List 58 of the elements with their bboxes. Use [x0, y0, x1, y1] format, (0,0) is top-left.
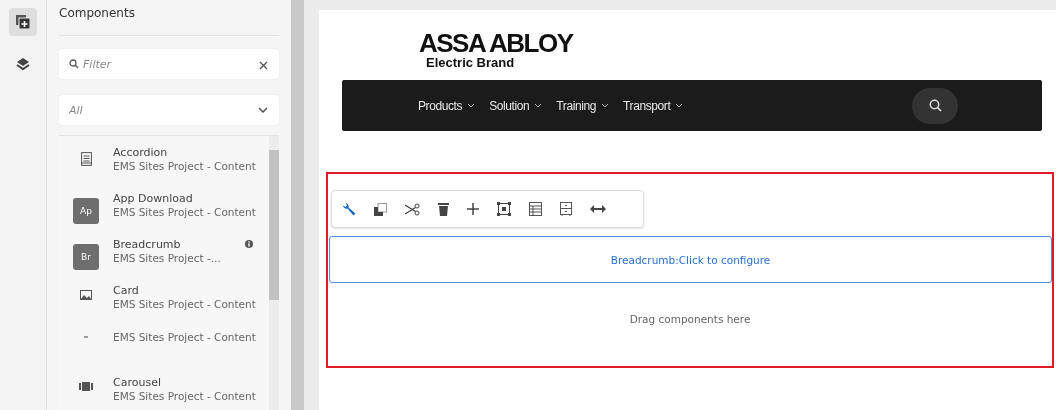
chevron-down-icon	[601, 103, 610, 108]
copy-icon[interactable]	[374, 202, 387, 216]
search-icon	[69, 59, 79, 69]
component-name: Carousel	[113, 376, 162, 389]
search-icon	[928, 99, 942, 112]
brand-tagline: Electric Brand	[426, 56, 516, 70]
chevron-down-icon	[467, 103, 476, 108]
scrollbar[interactable]	[269, 136, 279, 410]
clear-icon[interactable]	[259, 61, 268, 70]
scissors-icon[interactable]	[405, 202, 420, 216]
double-arrow-icon[interactable]	[590, 205, 606, 213]
component-name: Accordion	[113, 146, 169, 159]
wrench-icon[interactable]	[342, 202, 356, 216]
cabinet-icon[interactable]	[560, 202, 572, 216]
carousel-icon	[79, 382, 93, 393]
component-item[interactable]: Accordion EMS Sites Project - Content	[59, 146, 269, 192]
component-group: EMS Sites Project - Content	[113, 206, 256, 218]
component-badge: Br	[73, 244, 99, 270]
nav-menu-item[interactable]: Training	[556, 98, 610, 113]
component-name: Card	[113, 284, 140, 297]
component-item[interactable]: Card EMS Sites Project - Content	[59, 284, 269, 330]
panel-title: Components	[59, 0, 279, 36]
chevron-down-icon	[534, 103, 543, 108]
component-group: EMS Sites Project - Content	[113, 331, 256, 343]
component-name: Breadcrumb	[113, 238, 182, 251]
component-item[interactable]: EMS Sites Project - Content	[59, 330, 269, 376]
nav-menu-item[interactable]: Transport	[623, 98, 684, 113]
components-tab[interactable]	[9, 8, 37, 36]
image-icon	[80, 290, 92, 300]
layers-icon	[16, 57, 30, 71]
info-icon[interactable]	[245, 240, 253, 248]
component-group: EMS Sites Project - Content	[113, 390, 256, 402]
table-icon[interactable]	[529, 202, 542, 216]
trash-icon[interactable]	[438, 202, 449, 216]
search-button[interactable]	[912, 87, 958, 124]
component-group: EMS Sites Project - Content	[113, 160, 256, 172]
add-component-icon	[16, 15, 30, 29]
nav-menu-item[interactable]: Solution	[489, 98, 543, 113]
component-group: EMS Sites Project -...	[113, 252, 221, 264]
breadcrumb-placeholder[interactable]: Breadcrumb:Click to configure	[329, 236, 1052, 283]
plus-icon[interactable]	[467, 203, 479, 215]
chevron-down-icon	[675, 103, 684, 108]
brand-logo: ASSA ABLOY	[419, 30, 575, 56]
group-icon[interactable]	[497, 202, 511, 216]
component-group: EMS Sites Project - Content	[113, 298, 256, 310]
component-item[interactable]: Carousel EMS Sites Project - Content	[59, 376, 269, 410]
drop-zone-hint: Drag components here	[628, 313, 752, 325]
component-item[interactable]: Ap App Download EMS Sites Project - Content	[59, 192, 269, 238]
chevron-down-icon	[258, 107, 268, 113]
document-icon	[80, 152, 92, 166]
group-select[interactable]: All	[59, 95, 279, 125]
filter-field[interactable]: Filter	[59, 49, 279, 79]
component-name: App Download	[113, 192, 194, 205]
nav-menu-item[interactable]: Products	[418, 98, 476, 113]
dash-icon	[84, 336, 88, 338]
component-item[interactable]: Br Breadcrumb EMS Sites Project -...	[59, 238, 269, 284]
selected-container[interactable]: Breadcrumb:Click to configure Drag components here	[326, 172, 1054, 368]
component-badge: Ap	[73, 198, 99, 224]
